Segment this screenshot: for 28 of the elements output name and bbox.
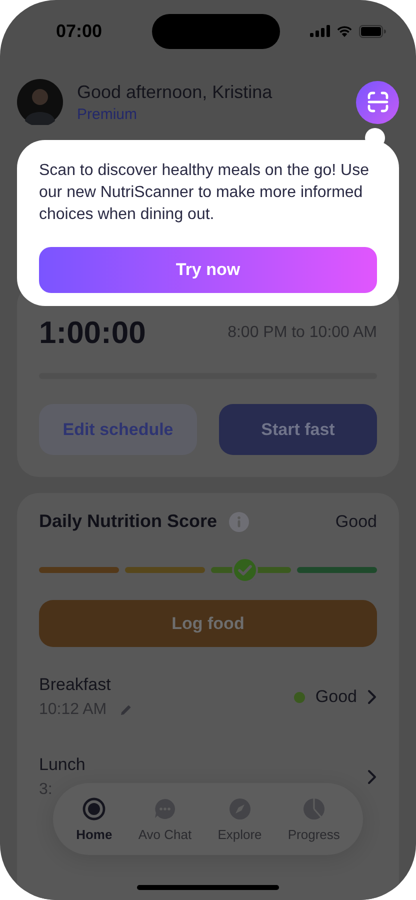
avatar [17,79,63,125]
log-food-button[interactable]: Log food [39,600,377,647]
battery-icon [359,24,386,38]
score-rating: Good [335,512,377,532]
home-icon [82,796,106,820]
scan-icon [366,91,388,113]
greeting-text: Good afternoon, Kristina [77,82,274,102]
tooltip-text: Scan to discover healthy meals on the go! Use our new NutriScanner to make more informed choices when dining out. [39,161,370,225]
chat-icon [152,796,177,820]
try-now-button[interactable]: Try now [39,247,377,293]
meal-name: Lunch [39,755,86,775]
meal-name: Breakfast [39,675,112,695]
info-icon [229,512,250,532]
chevron-right-icon [367,769,377,785]
meal-rating: Good [315,687,357,707]
wifi-icon [336,25,353,37]
tab[interactable]: Home [74,792,114,846]
pie-chart-icon [302,796,326,820]
signal-icon [310,25,330,37]
scan-button[interactable] [356,80,399,124]
check-icon [232,557,258,583]
countdown-timer: 1:00:00 [39,315,146,351]
card-title: Daily Nutrition Score [39,511,218,532]
chevron-right-icon [367,689,377,705]
compass-icon [228,796,252,820]
pencil-icon [118,703,133,717]
start-button[interactable]: Start fast [219,404,377,455]
clock-time: 07:00 [56,20,104,42]
